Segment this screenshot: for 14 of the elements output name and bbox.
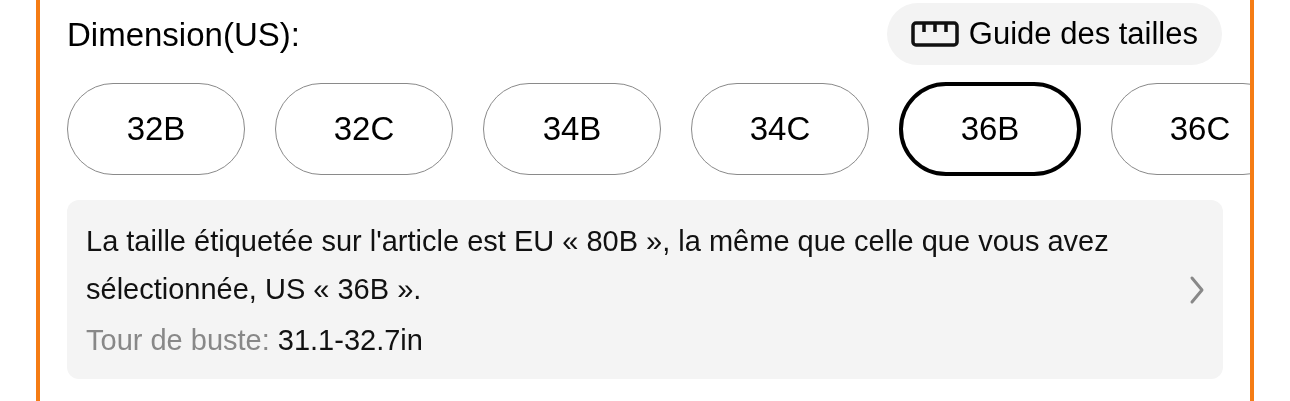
size-option[interactable]: 36B [899,82,1081,176]
size-option[interactable]: 34B [483,83,661,175]
chevron-right-icon [1189,274,1205,305]
size-option[interactable]: 32B [67,83,245,175]
info-message: La taille étiquetée sur l'article est EU « 80B », la même que celle que vous avez sélectionnée, US « 36B ». [86,223,1110,307]
size-option[interactable]: 34C [691,83,869,175]
size-guide-button[interactable]: Guide des tailles [886,3,1222,65]
section-title: Dimension(US): [67,17,300,51]
info-card[interactable]: La taille étiquetée sur l'article est EU « 80B », la même que celle que vous avez sélectionnée, US « 36B ». Tour de buste: 31.1-32.7in [67,200,1223,379]
size-option[interactable]: 32C [275,83,453,175]
ruler-icon [910,21,959,47]
measure-label: Tour de buste: [86,322,270,358]
measure-value: 31.1-32.7in [277,322,423,358]
size-option[interactable]: 36C [1111,83,1250,175]
